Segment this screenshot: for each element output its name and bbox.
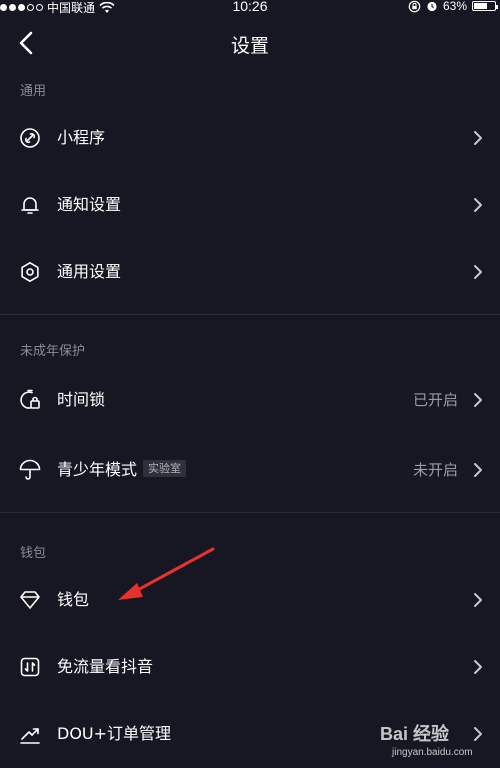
row-label: 通知设置 — [57, 195, 122, 214]
row-label: 免流量看抖音 — [57, 657, 154, 676]
diamond-icon — [20, 591, 40, 609]
rotation-lock-icon — [408, 0, 421, 12]
lab-badge: 实验室 — [143, 460, 187, 477]
row-label: 钱包 — [57, 590, 90, 609]
timer-lock-icon — [20, 389, 40, 409]
settings-row-mini-programs[interactable]: 小程序 — [0, 108, 500, 168]
row-label-text: 青少年模式 — [57, 460, 138, 479]
watermark-main: Bai 经验 — [380, 724, 450, 744]
row-label: 通用设置 — [57, 262, 122, 281]
status-right: 63% — [408, 0, 498, 13]
battery-percent: 63% — [442, 0, 467, 13]
chevron-right-icon — [474, 660, 482, 674]
bell-icon — [21, 197, 39, 214]
chevron-right-icon — [474, 463, 482, 477]
row-label: 小程序 — [57, 128, 106, 147]
link-icon — [20, 128, 40, 148]
section-header-general: 通用 — [20, 84, 47, 99]
settings-row-wallet[interactable]: 钱包 — [0, 570, 500, 630]
settings-row-time-lock[interactable]: 时间锁 已开启 — [0, 370, 500, 430]
chevron-right-icon — [474, 393, 482, 407]
page-title: 设置 — [230, 35, 269, 57]
alarm-icon — [427, 1, 437, 12]
section-header-wallet: 钱包 — [20, 546, 47, 561]
battery-icon — [472, 1, 498, 11]
umbrella-icon — [19, 459, 41, 480]
chevron-right-icon — [474, 593, 482, 607]
settings-row-free-data[interactable]: 免流量看抖音 — [0, 637, 500, 697]
row-status-value: 已开启 — [412, 391, 458, 409]
nav-bar: 设置 — [0, 14, 500, 74]
battery-fill — [474, 3, 487, 9]
trend-icon — [20, 728, 40, 744]
chevron-right-icon — [474, 198, 482, 212]
status-bar: 中国联通 10:26 63% — [0, 0, 500, 15]
row-label: 青少年模式 实验室 — [57, 440, 187, 500]
settings-row-general[interactable]: 通用设置 — [0, 242, 500, 302]
watermark: Bai 经验 jingyan.baidu.com — [380, 720, 498, 766]
gear-icon — [21, 262, 39, 282]
watermark-url: jingyan.baidu.com — [392, 747, 473, 758]
section-header-minor-protection: 未成年保护 — [20, 344, 86, 359]
section-divider — [0, 512, 500, 513]
chevron-right-icon — [474, 265, 482, 279]
settings-row-teen-mode[interactable]: 青少年模式 实验室 未开启 — [0, 440, 500, 500]
section-divider — [0, 314, 500, 315]
data-card-icon — [20, 657, 40, 677]
row-status-value: 未开启 — [412, 461, 458, 479]
settings-row-notifications[interactable]: 通知设置 — [0, 175, 500, 235]
row-label: 时间锁 — [57, 390, 106, 409]
chevron-right-icon — [474, 131, 482, 145]
row-label: DOU+订单管理 — [57, 724, 172, 743]
